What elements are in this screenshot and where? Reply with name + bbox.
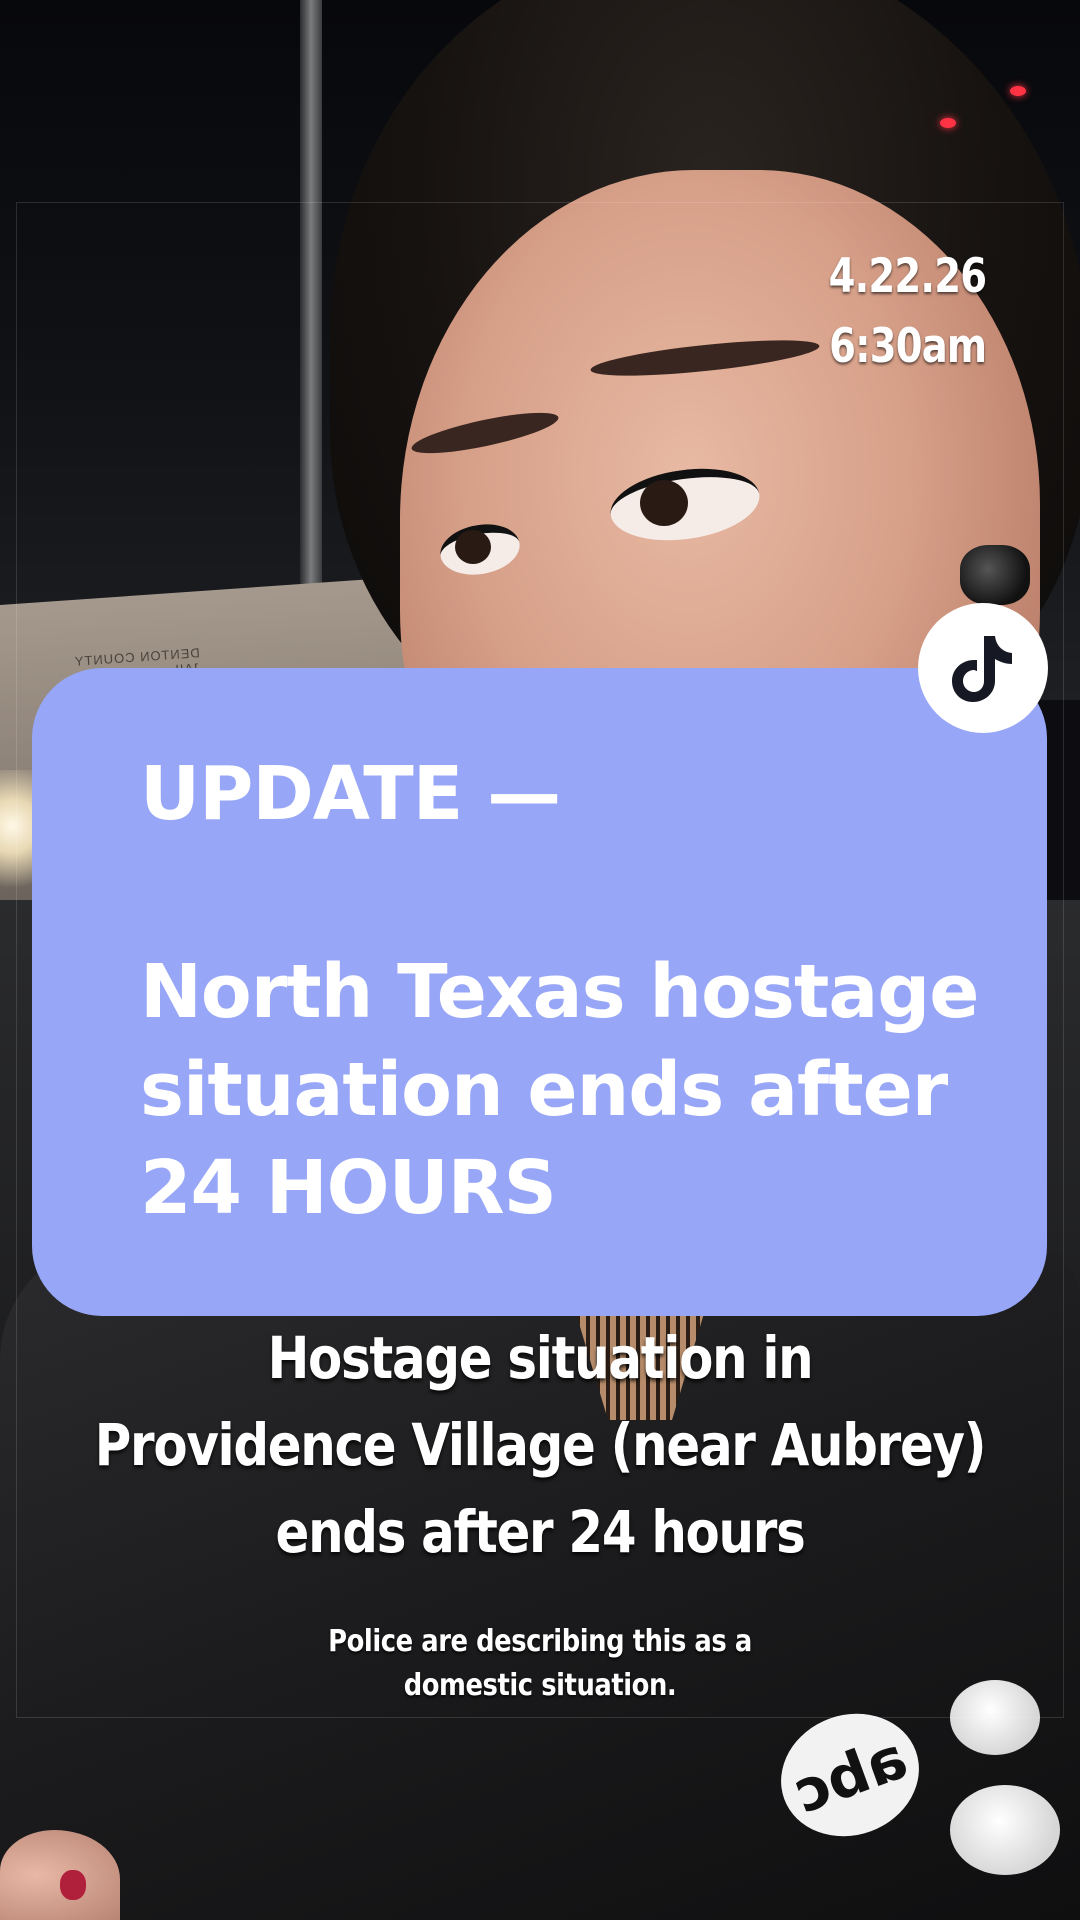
card-headline-line: North Texas hostage bbox=[140, 949, 979, 1035]
card-kicker: UPDATE — bbox=[140, 751, 561, 837]
timestamp: 4.22.26 6:30am bbox=[828, 242, 986, 382]
subcaption: Police are describing this as a domestic… bbox=[0, 1620, 1080, 1708]
subcaption-line: Police are describing this as a bbox=[328, 1624, 752, 1659]
card-headline-line: 24 HOURS bbox=[140, 1145, 557, 1231]
red-light bbox=[940, 118, 956, 128]
tiktok-badge[interactable] bbox=[918, 603, 1048, 733]
caption: Hostage situation in Providence Village … bbox=[0, 1315, 1080, 1576]
headline-card-text: UPDATE — North Texas hostage situation e… bbox=[140, 745, 1020, 1237]
fingernail bbox=[60, 1870, 86, 1900]
card-headline-line: situation ends after bbox=[140, 1047, 948, 1133]
caption-line: ends after 24 hours bbox=[275, 1498, 806, 1566]
caption-line: Providence Village (near Aubrey) bbox=[94, 1411, 987, 1479]
jacket-dot bbox=[950, 1785, 1060, 1875]
caption-line: Hostage situation in bbox=[267, 1324, 814, 1392]
date-label: 4.22.26 bbox=[828, 249, 986, 304]
tiktok-icon bbox=[952, 636, 1012, 702]
time-label: 6:30am bbox=[828, 319, 987, 374]
subcaption-line: domestic situation. bbox=[403, 1668, 677, 1703]
red-light bbox=[1010, 86, 1026, 96]
